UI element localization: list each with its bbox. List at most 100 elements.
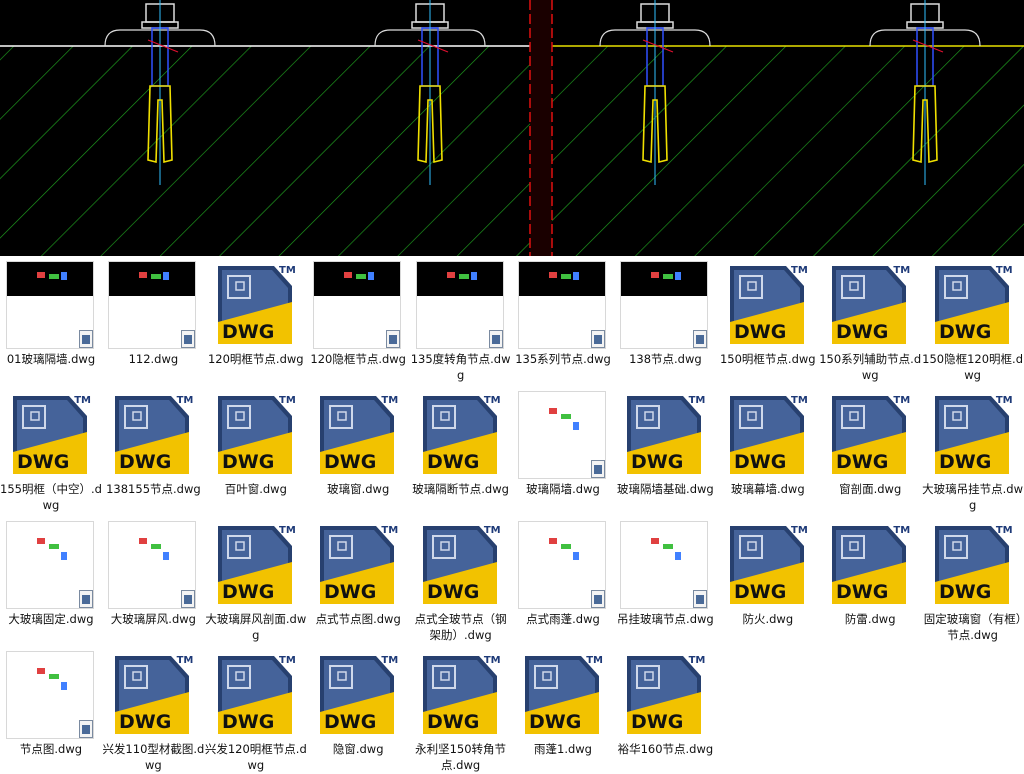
app-badge-icon <box>488 330 503 348</box>
file-item[interactable]: DWG TM 138155节点.dwg <box>102 386 204 514</box>
svg-text:DWG: DWG <box>222 711 274 733</box>
file-item[interactable]: DWG TM 玻璃幕墙.dwg <box>717 386 819 514</box>
file-thumbnail <box>314 262 401 348</box>
file-item[interactable]: DWG TM 窗剖面.dwg <box>819 386 921 514</box>
file-name: 永利坚150转角节点.dwg <box>415 742 507 772</box>
trademark-text: TM <box>279 525 296 536</box>
dwg-file-icon: DWG TM <box>519 652 605 738</box>
file-item[interactable]: DWG TM 隐窗.dwg <box>307 646 409 774</box>
file-name: 138节点.dwg <box>629 352 702 366</box>
file-item[interactable]: 112.dwg <box>102 256 204 384</box>
dwg-file-icon: DWG TM <box>7 392 93 478</box>
svg-text:DWG: DWG <box>222 581 274 603</box>
file-name: 防火.dwg <box>742 612 794 626</box>
file-thumbnail <box>7 262 93 348</box>
svg-text:DWG: DWG <box>427 451 479 473</box>
trademark-text: TM <box>893 525 911 536</box>
trademark-text: TM <box>74 395 91 406</box>
file-item[interactable]: 节点图.dwg <box>0 646 102 774</box>
dwg-file-icon: DWG TM <box>929 522 1015 608</box>
file-item[interactable]: 玻璃隔墙.dwg <box>512 386 614 514</box>
file-name: 玻璃隔墙.dwg <box>526 482 600 496</box>
app-badge-icon <box>591 330 605 348</box>
file-item[interactable]: DWG TM 155明框（中空）.dwg <box>0 386 102 514</box>
svg-text:DWG: DWG <box>836 321 888 343</box>
file-item[interactable]: 点式雨蓬.dwg <box>512 516 614 644</box>
file-item[interactable]: DWG TM 玻璃隔断节点.dwg <box>410 386 512 514</box>
file-item[interactable]: DWG TM 大玻璃屏风剖面.dwg <box>205 516 307 644</box>
file-name: 135系列节点.dwg <box>515 352 611 366</box>
file-name: 大玻璃屏风.dwg <box>110 612 196 626</box>
dwg-file-icon: DWG TM <box>621 652 707 738</box>
file-item[interactable]: DWG TM 点式全玻节点（钢架肋）.dwg <box>410 516 512 644</box>
file-thumbnail <box>621 522 708 608</box>
file-item[interactable]: DWG TM 裕华160节点.dwg <box>614 646 716 774</box>
dwg-file-icon: DWG TM <box>724 392 810 478</box>
svg-text:DWG: DWG <box>119 451 171 473</box>
dwg-file-icon: DWG TM <box>212 392 298 478</box>
app-badge-icon <box>693 590 708 608</box>
trademark-text: TM <box>381 395 399 406</box>
file-thumbnail <box>519 262 605 348</box>
file-item[interactable]: 吊挂玻璃节点.dwg <box>614 516 716 644</box>
svg-text:DWG: DWG <box>734 581 786 603</box>
dwg-file-icon: DWG TM <box>212 522 298 608</box>
file-item[interactable]: 01玻璃隔墙.dwg <box>0 256 102 384</box>
file-item[interactable]: 135度转角节点.dwg <box>410 256 512 384</box>
dwg-file-icon: DWG TM <box>109 392 195 478</box>
file-name: 点式雨蓬.dwg <box>526 612 600 626</box>
file-item[interactable]: DWG TM 150明框节点.dwg <box>717 256 819 384</box>
file-item[interactable]: 135系列节点.dwg <box>512 256 614 384</box>
svg-text:DWG: DWG <box>324 581 376 603</box>
trademark-text: TM <box>176 655 194 666</box>
file-item[interactable]: DWG TM 永利坚150转角节点.dwg <box>410 646 512 774</box>
file-item[interactable]: DWG TM 120明框节点.dwg <box>205 256 307 384</box>
trademark-text: TM <box>279 265 296 276</box>
file-item[interactable]: 大玻璃固定.dwg <box>0 516 102 644</box>
trademark-text: TM <box>279 655 296 666</box>
file-name: 玻璃幕墙.dwg <box>730 482 805 496</box>
file-item[interactable]: DWG TM 大玻璃吊挂节点.dwg <box>922 386 1024 514</box>
file-item[interactable]: DWG TM 雨蓬1.dwg <box>512 646 614 774</box>
file-thumbnail <box>109 262 196 348</box>
file-item[interactable]: 120隐框节点.dwg <box>307 256 409 384</box>
dwg-file-icon: DWG TM <box>314 392 400 478</box>
app-badge-icon <box>79 590 93 608</box>
file-item[interactable]: DWG TM 玻璃隔墙基础.dwg <box>614 386 716 514</box>
app-badge-icon <box>591 590 605 608</box>
dwg-file-icon: DWG TM <box>417 522 503 608</box>
trademark-text: TM <box>381 525 399 536</box>
file-name: 120明框节点.dwg <box>207 352 304 366</box>
svg-text:DWG: DWG <box>836 451 888 473</box>
file-item[interactable]: DWG TM 150系列辅助节点.dwg <box>819 256 921 384</box>
app-badge-icon <box>591 460 605 478</box>
app-badge-icon <box>181 330 196 348</box>
file-thumbnail <box>519 392 605 478</box>
file-name: 玻璃隔墙基础.dwg <box>617 482 714 496</box>
file-item[interactable]: DWG TM 点式节点图.dwg <box>307 516 409 644</box>
svg-text:DWG: DWG <box>939 321 991 343</box>
trademark-text: TM <box>483 525 501 536</box>
file-item[interactable]: DWG TM 固定玻璃窗（有框）节点.dwg <box>922 516 1024 644</box>
svg-text:DWG: DWG <box>119 711 171 733</box>
anchor-bolt-drawing <box>0 0 1024 256</box>
svg-text:DWG: DWG <box>324 451 376 473</box>
file-thumbnail <box>621 262 708 348</box>
trademark-text: TM <box>279 395 296 406</box>
file-name: 百叶窗.dwg <box>224 482 287 496</box>
file-item[interactable]: DWG TM 防火.dwg <box>717 516 819 644</box>
file-item[interactable]: DWG TM 防雷.dwg <box>819 516 921 644</box>
trademark-text: TM <box>688 655 706 666</box>
file-item[interactable]: DWG TM 玻璃窗.dwg <box>307 386 409 514</box>
file-item[interactable]: DWG TM 兴发120明框节点.dwg <box>205 646 307 774</box>
file-name: 135度转角节点.dwg <box>410 352 511 382</box>
file-item[interactable]: 大玻璃屏风.dwg <box>102 516 204 644</box>
file-item[interactable]: DWG TM 150隐框120明框.dwg <box>922 256 1024 384</box>
file-item[interactable]: 138节点.dwg <box>614 256 716 384</box>
file-name: 点式全玻节点（钢架肋）.dwg <box>414 612 507 642</box>
file-item[interactable]: DWG TM 兴发110型材截图.dwg <box>102 646 204 774</box>
svg-text:DWG: DWG <box>939 451 991 473</box>
file-item[interactable]: DWG TM 百叶窗.dwg <box>205 386 307 514</box>
trademark-text: TM <box>176 395 194 406</box>
trademark-text: TM <box>995 525 1013 536</box>
